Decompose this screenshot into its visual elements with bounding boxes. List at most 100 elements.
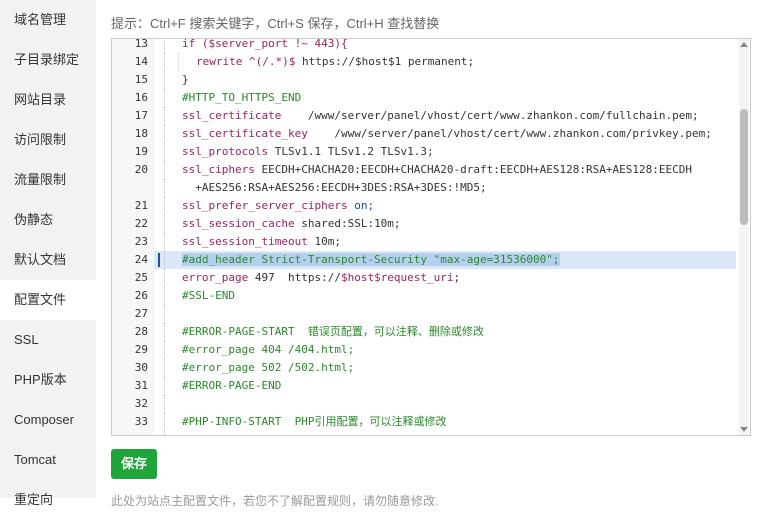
scrollbar-thumb[interactable] <box>740 109 748 225</box>
code-line[interactable]: 32 <box>112 395 740 413</box>
indent-guide <box>164 269 165 287</box>
code-line[interactable]: 17 ssl_certificate /www/server/panel/vhos… <box>112 107 740 125</box>
sidebar-item[interactable]: 域名管理 <box>0 0 96 40</box>
code-token: error_page <box>182 271 249 284</box>
line-number: 30 <box>134 361 148 374</box>
code-token: on; <box>347 199 375 212</box>
line-number: 24 <box>134 253 148 266</box>
sidebar-item[interactable]: Composer <box>0 400 96 440</box>
code-text: #error_page 502 /502.html; <box>182 359 354 377</box>
code-token: #error_page 502 /502.html; <box>182 361 355 374</box>
indent-guide <box>164 179 165 197</box>
line-number: 17 <box>134 109 148 122</box>
code-line[interactable]: 31 #ERROR-PAGE-END <box>112 377 740 395</box>
sidebar-item[interactable]: 访问限制 <box>0 120 96 160</box>
line-number: 19 <box>134 145 148 158</box>
indent-guide <box>164 287 165 305</box>
code-text: ssl_ciphers EECDH+CHACHA20:EECDH+CHACHA2… <box>182 161 692 179</box>
code-token: #SSL-END <box>182 289 235 302</box>
code-token: ssl_protocols <box>182 145 269 158</box>
sidebar-item[interactable]: Tomcat <box>0 440 96 480</box>
code-token: ssl_prefer_server_ciphers <box>182 199 348 212</box>
indent-guide <box>164 233 165 251</box>
code-token: 10m; <box>307 235 341 248</box>
code-line[interactable]: 34 include enable-php-74.conf; <box>112 431 740 435</box>
line-number: 34 <box>112 431 148 435</box>
sidebar-item[interactable]: 子目录绑定 <box>0 40 96 80</box>
code-line[interactable]: 19 ssl_protocols TLSv1.1 TLSv1.2 TLSv1.3; <box>112 143 740 161</box>
code-line[interactable]: 18 ssl_certificate_key /www/server/panel/… <box>112 125 740 143</box>
vertical-scrollbar[interactable] <box>739 39 749 435</box>
code-token: #PHP-INFO-START PHP引用配置，可以注释或修改 <box>182 415 447 428</box>
code-text: +AES256:RSA+AES256:EECDH+3DES:RSA+3DES:!… <box>182 179 486 197</box>
code-token: TLSv1.1 TLSv1.2 TLSv1.3; <box>268 145 434 158</box>
code-line[interactable]: 27 <box>112 305 740 323</box>
indent-guide <box>164 251 165 269</box>
sidebar-item[interactable]: 伪静态 <box>0 200 96 240</box>
line-number: 25 <box>134 271 148 284</box>
code-token: https://$host$1 permanent; <box>301 55 475 68</box>
scroll-down-arrow-icon[interactable] <box>740 427 748 432</box>
code-line[interactable]: 25 error_page 497 https://$host$request_u… <box>112 269 740 287</box>
code-text: #PHP-INFO-START PHP引用配置，可以注释或修改 <box>182 413 446 431</box>
code-editor[interactable]: 13 if ($server_port !~ 443){14 rewrite ^(/… <box>111 38 751 436</box>
editor-hint: 提示：Ctrl+F 搜索关键字，Ctrl+S 保存，Ctrl+H 查找替换 <box>111 16 440 31</box>
code-text: rewrite ^(/.*)$ https://$host$1 permanen… <box>196 53 474 71</box>
code-line[interactable]: 23 ssl_session_timeout 10m; <box>112 233 740 251</box>
sidebar-item[interactable]: 网站目录 <box>0 80 96 120</box>
indent-guide <box>164 161 165 179</box>
code-line[interactable]: 21 ssl_prefer_server_ciphers on; <box>112 197 740 215</box>
code-text: ssl_prefer_server_ciphers on; <box>182 197 374 215</box>
text-cursor <box>158 253 160 267</box>
indent-guide <box>164 143 165 161</box>
code-line[interactable]: 24 #add_header Strict-Transport-Security … <box>112 251 740 269</box>
save-button[interactable]: 保存 <box>111 449 157 479</box>
indent-guide <box>164 53 165 71</box>
code-line[interactable]: 16 #HTTP_TO_HTTPS_END <box>112 89 740 107</box>
scroll-up-arrow-icon[interactable] <box>740 42 748 47</box>
code-token: #error_page 404 /404.html; <box>182 343 355 356</box>
config-footnote: 此处为站点主配置文件，若您不了解配置规则，请勿随意修改. <box>111 494 439 508</box>
code-token: EECDH+CHACHA20:EECDH+CHACHA20-draft:EECD… <box>254 163 692 176</box>
code-line[interactable]: 33 #PHP-INFO-START PHP引用配置，可以注释或修改 <box>112 413 740 431</box>
code-line[interactable]: 30 #error_page 502 /502.html; <box>112 359 740 377</box>
code-line[interactable]: +AES256:RSA+AES256:EECDH+3DES:RSA+3DES:!… <box>112 179 740 197</box>
indent-guide <box>164 89 165 107</box>
code-token: ssl_ciphers <box>182 163 255 176</box>
sidebar-item[interactable]: 重定向 <box>0 480 96 520</box>
indent-guide <box>164 39 165 53</box>
code-line[interactable]: 15} <box>112 71 740 89</box>
indent-guide <box>164 71 165 89</box>
code-token: ssl_session_timeout <box>182 235 308 248</box>
code-text: ssl_certificate_key /www/server/panel/vh… <box>182 125 712 143</box>
code-token: } <box>182 73 189 86</box>
code-line[interactable]: 22 ssl_session_cache shared:SSL:10m; <box>112 215 740 233</box>
code-token: shared:SSL:10m; <box>294 217 401 230</box>
sidebar-item[interactable]: 流量限制 <box>0 160 96 200</box>
code-line[interactable]: 20 ssl_ciphers EECDH+CHACHA20:EECDH+CHACH… <box>112 161 740 179</box>
code-text: #error_page 404 /404.html; <box>182 341 354 359</box>
indent-guide <box>164 431 165 435</box>
code-line[interactable]: 29 #error_page 404 /404.html; <box>112 341 740 359</box>
code-line[interactable]: 14 rewrite ^(/.*)$ https://$host$1 perman… <box>112 53 740 71</box>
code-line[interactable]: 13 if ($server_port !~ 443){ <box>112 39 740 53</box>
line-number: 31 <box>134 379 148 392</box>
code-token: ; <box>453 271 461 284</box>
code-token: #HTTP_TO_HTTPS_END <box>182 91 302 104</box>
indent-guide <box>164 377 165 395</box>
sidebar-item[interactable]: SSL <box>0 320 96 360</box>
sidebar-item[interactable]: 默认文档 <box>0 240 96 280</box>
code-line[interactable]: 26 #SSL-END <box>112 287 740 305</box>
indent-guide <box>164 341 165 359</box>
line-number: 28 <box>134 325 148 338</box>
code-text: #ERROR-PAGE-START 错误页配置，可以注释、删除或修改 <box>182 323 484 341</box>
code-line[interactable]: 28 #ERROR-PAGE-START 错误页配置，可以注释、删除或修改 <box>112 323 740 341</box>
code-text: #SSL-END <box>182 287 235 305</box>
indent-guide <box>164 215 165 233</box>
sidebar-item[interactable]: PHP版本 <box>0 360 96 400</box>
sidebar-item[interactable]: 配置文件 <box>0 280 96 320</box>
line-number: 16 <box>134 91 148 104</box>
indent-guide <box>164 107 165 125</box>
code-text: #ERROR-PAGE-END <box>182 377 281 395</box>
code-token: #add_header Strict-Transport-Security "m… <box>182 253 560 266</box>
